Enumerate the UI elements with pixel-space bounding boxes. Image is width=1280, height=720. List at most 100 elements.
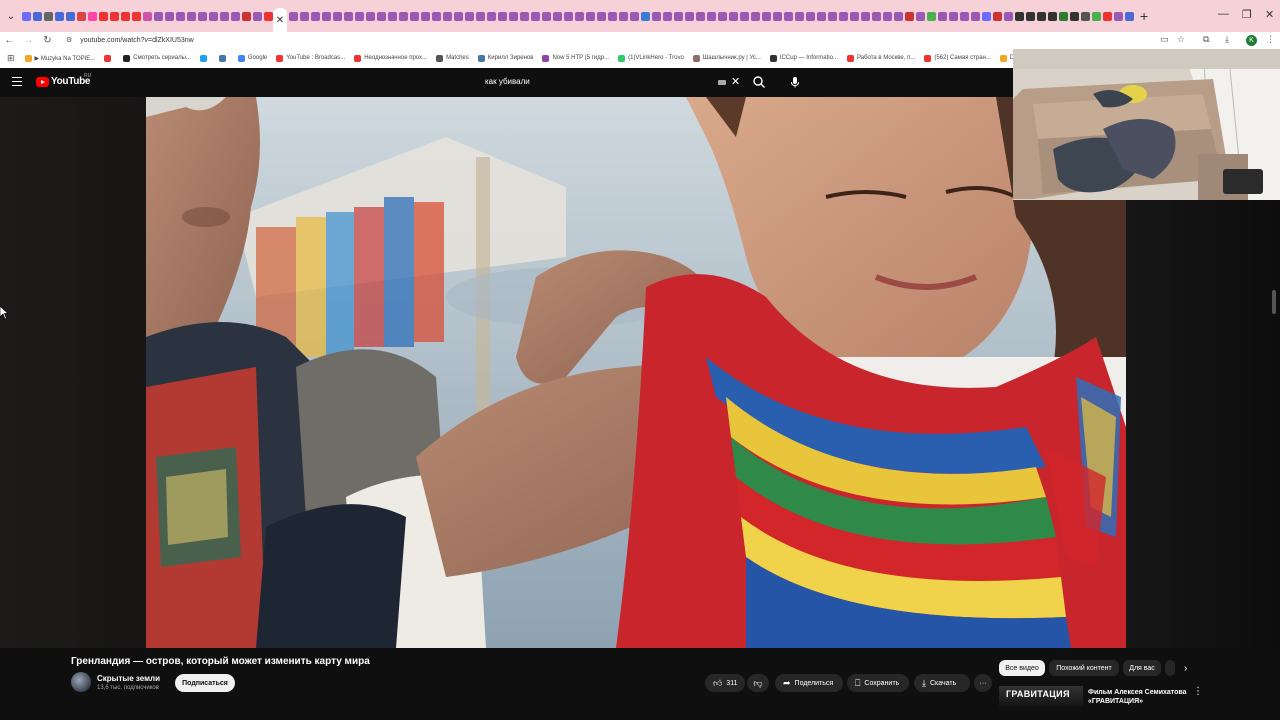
tab-favicon-icon[interactable] — [520, 11, 529, 21]
tab-favicon-icon[interactable] — [784, 11, 793, 21]
tab-favicon-icon[interactable] — [894, 11, 903, 21]
bookmark-item[interactable] — [199, 54, 210, 62]
bookmark-item[interactable]: Смотреть сериалы... — [123, 54, 191, 62]
bookmark-star-icon[interactable]: ☆ — [1177, 34, 1185, 45]
tab-favicon-icon[interactable] — [916, 11, 925, 21]
bookmark-item[interactable]: Matches — [436, 54, 469, 62]
tab-favicon-icon[interactable] — [366, 11, 375, 21]
channel-name[interactable]: Скрытые земли — [97, 674, 160, 683]
tab-favicon-icon[interactable] — [509, 11, 518, 21]
tab-favicon-icon[interactable] — [1081, 11, 1090, 21]
page-scrollbar[interactable] — [1272, 290, 1276, 314]
tab-favicon-icon[interactable] — [993, 11, 1002, 21]
window-close-icon[interactable]: ✕ — [1265, 8, 1274, 21]
tab-favicon-icon[interactable] — [22, 11, 31, 21]
tab-favicon-icon[interactable] — [220, 11, 229, 21]
tab-favicon-icon[interactable] — [806, 11, 815, 21]
profile-avatar[interactable]: K — [1246, 35, 1257, 46]
recommendation-title[interactable]: Фильм Алексея Семихатова «ГРАВИТАЦИЯ» — [1088, 688, 1188, 706]
bookmark-item[interactable]: (562) Самая стран... — [924, 54, 991, 62]
tab-favicon-icon[interactable] — [1015, 11, 1024, 21]
back-icon[interactable]: ← — [0, 35, 19, 46]
tab-favicon-icon[interactable] — [652, 11, 661, 21]
download-icon[interactable]: ⤓ — [1225, 34, 1229, 45]
tab-favicon-icon[interactable] — [1037, 11, 1046, 21]
tab-favicon-icon[interactable] — [971, 11, 980, 21]
tab-favicon-icon[interactable] — [99, 11, 108, 21]
search-icon[interactable] — [752, 75, 766, 89]
tab-favicon-icon[interactable] — [553, 11, 562, 21]
extensions-icon[interactable]: ⧉ — [1203, 34, 1209, 45]
tab-favicon-icon[interactable] — [476, 11, 485, 21]
tab-favicon-icon[interactable] — [1004, 11, 1013, 21]
tab-favicon-icon[interactable] — [762, 11, 771, 21]
tab-favicon-icon[interactable] — [982, 11, 991, 21]
tab-favicon-icon[interactable] — [531, 11, 540, 21]
tab-favicon-icon[interactable] — [663, 11, 672, 21]
youtube-logo-icon[interactable] — [36, 77, 49, 87]
tab-favicon-icon[interactable] — [751, 11, 760, 21]
tab-favicon-icon[interactable] — [729, 11, 738, 21]
tab-favicon-icon[interactable] — [465, 11, 474, 21]
tab-favicon-icon[interactable] — [586, 11, 595, 21]
tab-favicon-icon[interactable] — [388, 11, 397, 21]
bookmark-item[interactable]: ▶ Muzyka Na TOPIE... — [24, 54, 95, 62]
tab-favicon-icon[interactable] — [344, 11, 353, 21]
channel-avatar[interactable] — [71, 672, 91, 692]
address-bar[interactable]: ⚙ youtube.com/watch?v=dlZkXIU53nw — [62, 33, 1192, 47]
tab-favicon-icon[interactable] — [817, 11, 826, 21]
tab-favicon-icon[interactable] — [674, 11, 683, 21]
bookmark-item[interactable]: Работа в Москве, п... — [846, 54, 915, 62]
tab-favicon-icon[interactable] — [311, 11, 320, 21]
tab-favicon-icon[interactable] — [198, 11, 207, 21]
tab-favicon-icon[interactable] — [883, 11, 892, 21]
bookmark-item[interactable]: Кирилл Зиренов — [477, 54, 533, 62]
cast-icon[interactable]: ▭ — [1160, 34, 1169, 45]
tab-favicon-icon[interactable] — [399, 11, 408, 21]
bookmark-item[interactable]: Шашлычник.ру | Ус... — [692, 54, 761, 62]
minimize-icon[interactable]: — — [1218, 8, 1229, 20]
bookmark-item[interactable] — [218, 54, 229, 62]
tab-favicon-icon[interactable] — [154, 11, 163, 21]
tab-favicon-icon[interactable] — [33, 11, 42, 21]
tab-favicon-icon[interactable] — [773, 11, 782, 21]
tab-favicon-icon[interactable] — [498, 11, 507, 21]
tab-favicon-icon[interactable] — [377, 11, 386, 21]
tab-favicon-icon[interactable] — [597, 11, 606, 21]
subscribe-button[interactable]: Подписаться — [175, 674, 235, 692]
bookmark-item[interactable]: Google — [237, 54, 267, 62]
bookmark-item[interactable]: Неоднозначное прох... — [354, 54, 427, 62]
clear-search-icon[interactable]: ✕ — [731, 75, 740, 88]
recommendation-thumbnail[interactable]: ГРАВИТАЦИЯ — [999, 686, 1083, 706]
tab-favicon-icon[interactable] — [1114, 11, 1123, 21]
tab-favicon-icon[interactable] — [927, 11, 936, 21]
tab-favicon-icon[interactable] — [872, 11, 881, 21]
tab-favicon-icon[interactable] — [619, 11, 628, 21]
bookmark-item[interactable]: YouTube : Broadcas... — [276, 54, 345, 62]
tab-favicon-icon[interactable] — [487, 11, 496, 21]
tab-favicon-icon[interactable] — [187, 11, 196, 21]
microphone-icon[interactable] — [788, 75, 802, 89]
tab-favicon-icon[interactable] — [696, 11, 705, 21]
tab-favicon-icon[interactable] — [66, 11, 75, 21]
tab-favicon-icon[interactable] — [905, 11, 914, 21]
tab-favicon-icon[interactable] — [1125, 11, 1134, 21]
tab-favicon-icon[interactable] — [454, 11, 463, 21]
chip-partial[interactable] — [1165, 660, 1175, 676]
dislike-button[interactable]: 👎︎ — [747, 674, 769, 692]
tab-favicon-icon[interactable] — [110, 11, 119, 21]
search-input[interactable]: как убивали — [485, 77, 530, 86]
restore-icon[interactable]: ❐ — [1242, 8, 1252, 21]
tab-favicon-icon[interactable] — [1059, 11, 1068, 21]
tab-favicon-icon[interactable] — [165, 11, 174, 21]
tab-favicon-icon[interactable] — [88, 11, 97, 21]
tab-favicon-icon[interactable] — [707, 11, 716, 21]
tab-favicon-icon[interactable] — [176, 11, 185, 21]
tab-favicon-icon[interactable] — [949, 11, 958, 21]
tab-favicon-icon[interactable] — [938, 11, 947, 21]
tab-favicons-left[interactable] — [22, 11, 273, 21]
chip-related[interactable]: Похожий контент — [1049, 660, 1119, 676]
reload-icon[interactable]: ↻ — [38, 35, 57, 46]
tab-favicon-icon[interactable] — [55, 11, 64, 21]
tab-favicon-icon[interactable] — [421, 11, 430, 21]
